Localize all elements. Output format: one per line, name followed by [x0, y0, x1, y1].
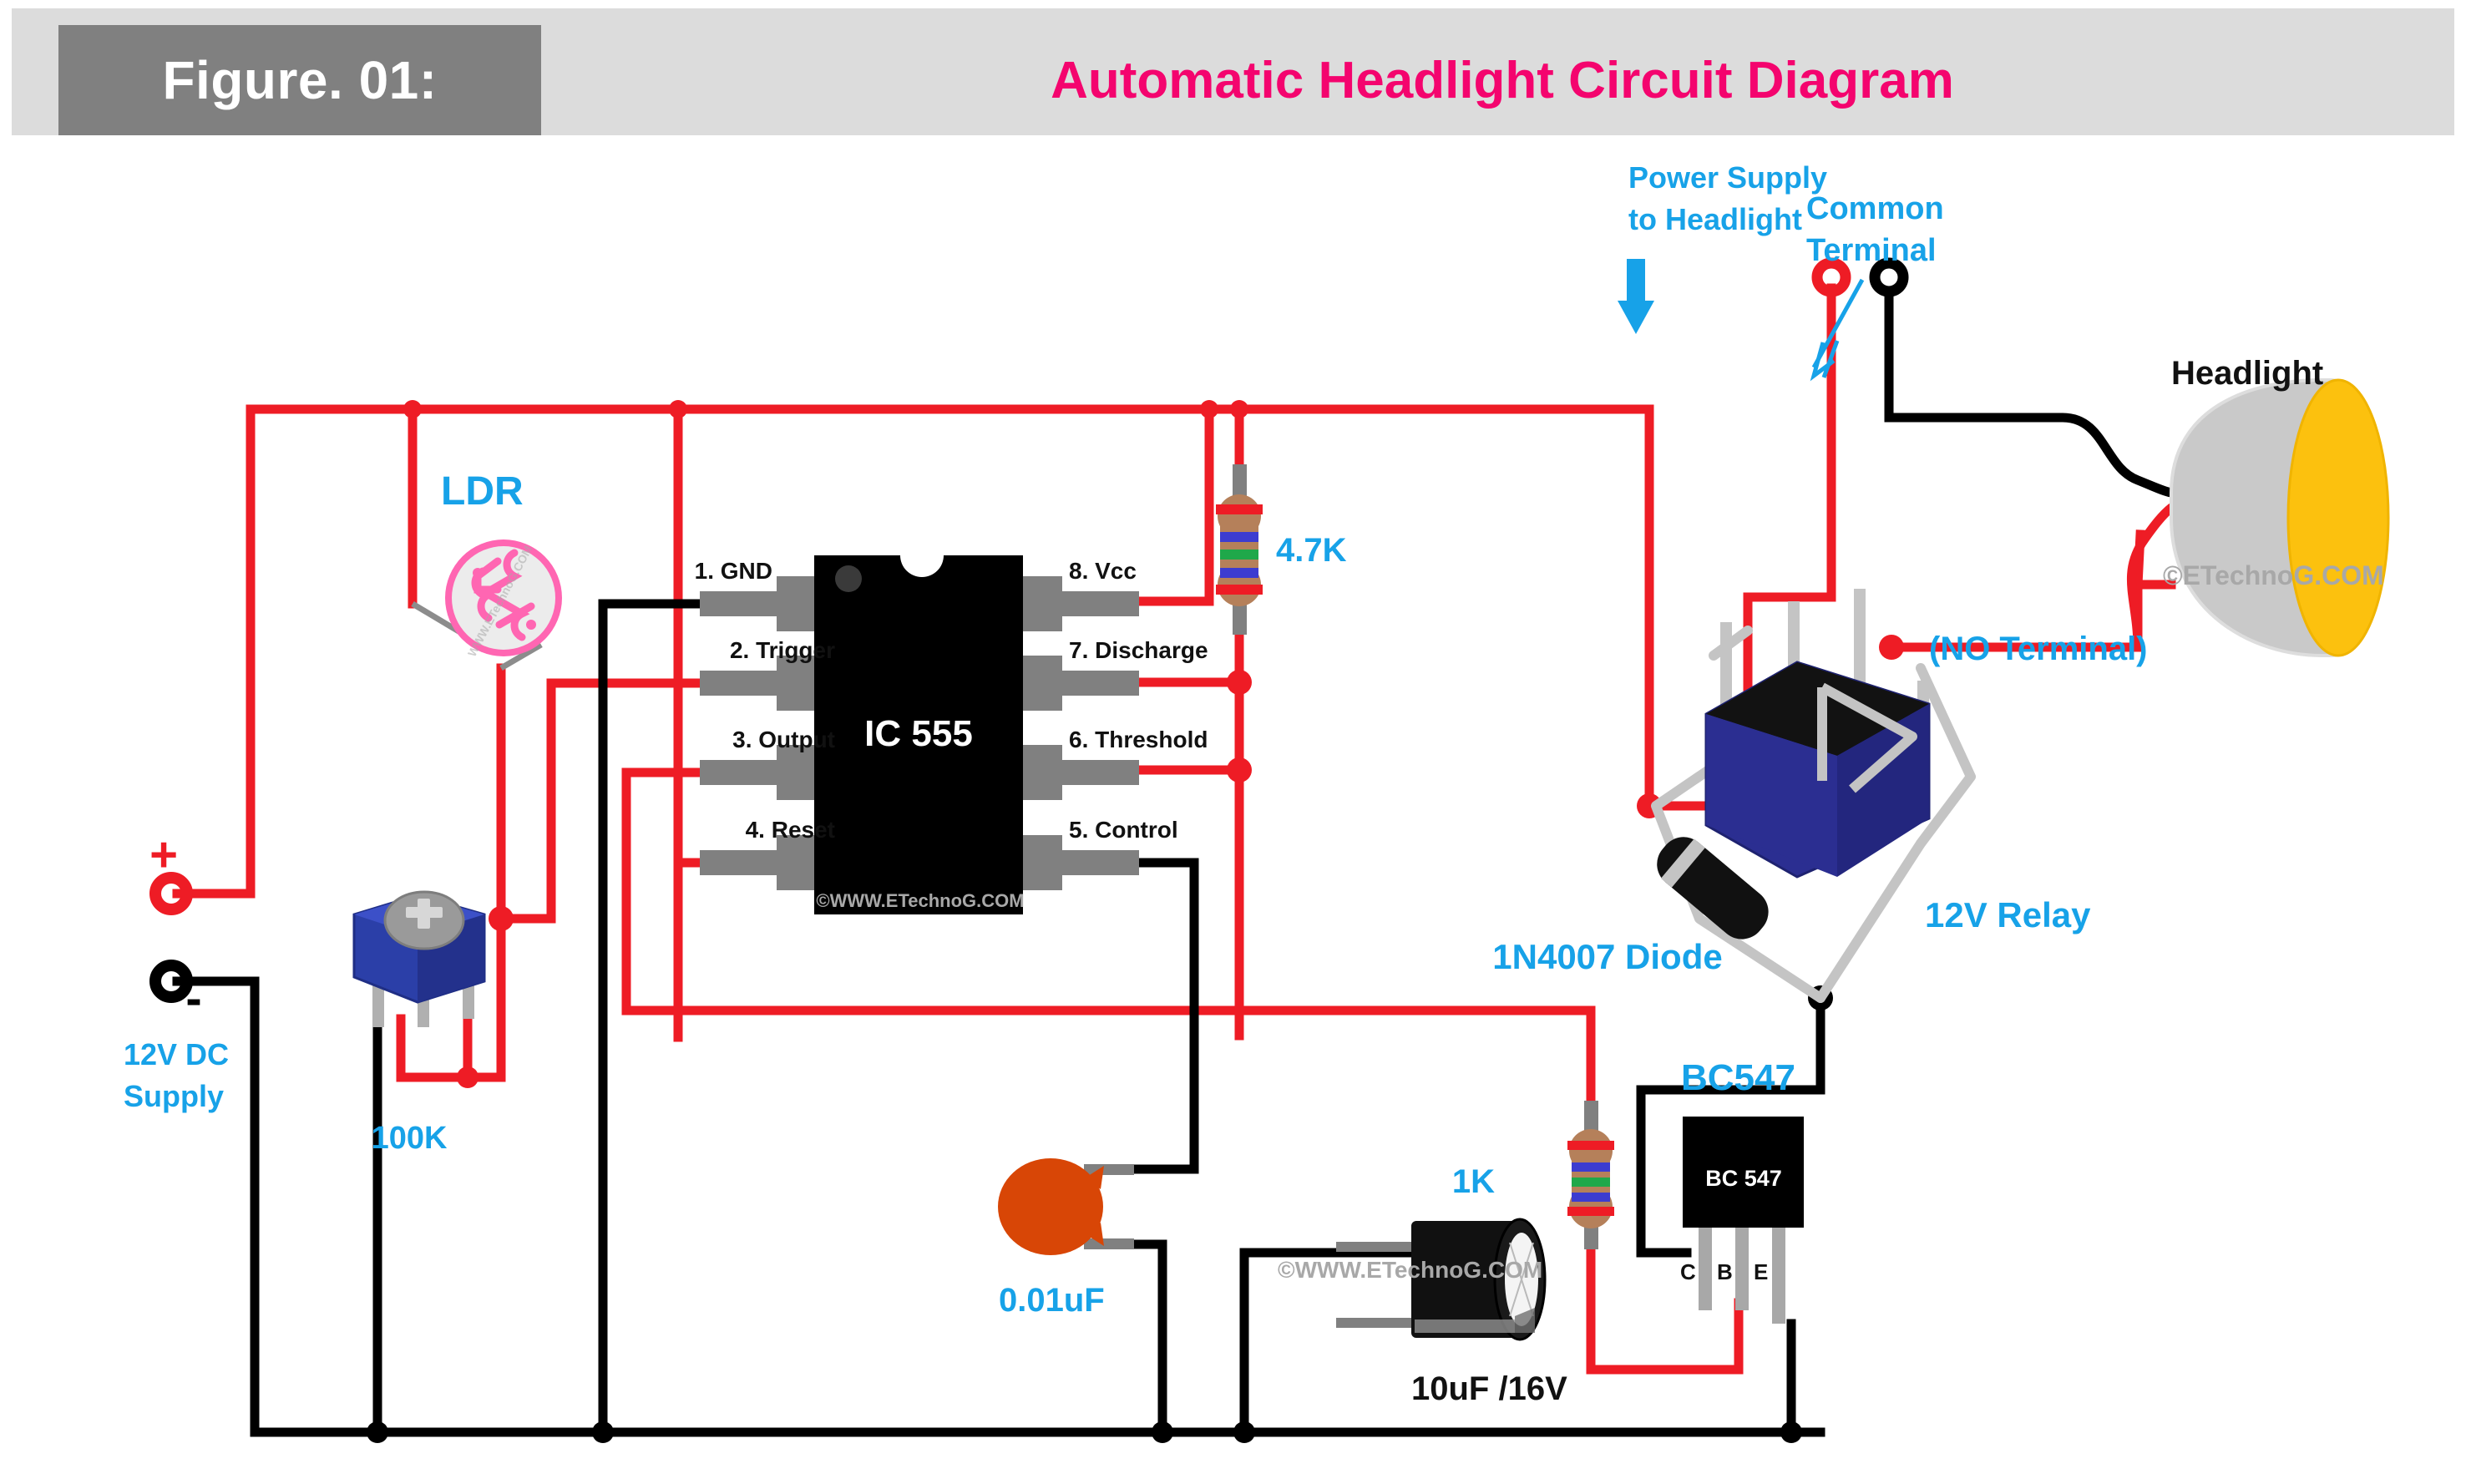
resistor-1k-component: [1567, 1101, 1614, 1249]
ic-pin-label-trigger: 2. Trigger: [730, 637, 835, 663]
capacitor-watermark: ©WWW.ETechnoG.COM: [1278, 1257, 1542, 1283]
headlight-component: [2170, 378, 2390, 657]
relay-label: 12V Relay: [1925, 895, 2091, 934]
diode-label: 1N4007 Diode: [1492, 937, 1722, 976]
ldr-label: LDR: [441, 469, 524, 514]
disc-capacitor-component: [998, 1158, 1134, 1255]
headlight-negative-lead: [1884, 413, 2176, 498]
supply-minus-label: -: [185, 971, 201, 1026]
ic-watermark: ©WWW.ETechnoG.COM: [816, 890, 1024, 911]
transistor-pin-collector: [1699, 1228, 1712, 1310]
resistor-4k7-component: [1216, 464, 1263, 635]
power-supply-arrow-icon: [1618, 259, 1654, 334]
supply-label-line2: Supply: [124, 1079, 224, 1113]
ic-pin-label-control: 5. Control: [1069, 817, 1178, 843]
wire-junctions: [367, 400, 1904, 1443]
transistor-pin-base: [1735, 1228, 1749, 1310]
resistor-4k7-label: 4.7K: [1276, 532, 1347, 569]
headlight-lens: [2286, 378, 2390, 657]
trimpot-component: [352, 890, 486, 1027]
transistor-pin-label-c: C: [1680, 1259, 1696, 1284]
common-terminal-label-line1: Common: [1806, 191, 1944, 226]
headlight-label: Headlight: [2171, 355, 2323, 392]
power-supply-headlight-label-line1: Power Supply: [1628, 160, 1827, 195]
ic-pin1-dot-icon: [835, 565, 862, 592]
transistor-pin-label-e: E: [1754, 1259, 1768, 1284]
no-terminal-label: (NO Terminal): [1929, 631, 2148, 667]
disc-capacitor-body: [998, 1158, 1103, 1255]
transistor-bc547-component: BC 547: [1683, 1117, 1804, 1324]
relay-pin-no: [1854, 589, 1866, 693]
headlight-watermark: ©ETechnoG.COM: [2163, 560, 2384, 590]
ic-pin-label-gnd: 1. GND: [695, 558, 772, 584]
resistor-1k-label: 1K: [1452, 1163, 1495, 1200]
ic-pin-label-threshold: 6. Threshold: [1069, 727, 1208, 752]
ldr-component: WWW.ETechnoG.COM: [411, 539, 562, 671]
common-terminal-label-line2: Terminal: [1806, 233, 1937, 268]
power-supply-headlight-label-line2: to Headlight: [1628, 202, 1802, 236]
ic-pin-label-output: 3. Output: [732, 727, 835, 752]
transistor-body-label: BC 547: [1705, 1166, 1782, 1191]
supply-negative-terminal[interactable]: [149, 960, 193, 1003]
ic-pin-label-reset: 4. Reset: [746, 817, 835, 843]
transistor-pin-label-b: B: [1717, 1259, 1733, 1284]
supply-terminals[interactable]: [149, 872, 193, 1003]
supply-positive-terminal[interactable]: [149, 872, 193, 915]
transistor-pin-emitter: [1772, 1228, 1785, 1324]
trimpot-label: 100K: [372, 1121, 448, 1156]
ic-name-label: IC 555: [864, 713, 973, 754]
supply-plus-label: +: [149, 828, 178, 882]
circuit-diagram-page: Figure. 01: Automatic Headlight Circuit …: [0, 0, 2466, 1484]
electrolytic-capacitor-label: 10uF /16V: [1411, 1370, 1567, 1407]
transistor-label: BC547: [1681, 1057, 1795, 1098]
supply-label-line1: 12V DC: [124, 1037, 229, 1071]
ic-pin-label-discharge: 7. Discharge: [1069, 637, 1208, 663]
circuit-schematic: + - 12V DC Supply Power Supply to Headli…: [124, 160, 2390, 1443]
disc-capacitor-label: 0.01uF: [999, 1282, 1105, 1319]
ic-pin-label-vcc: 8. Vcc: [1069, 558, 1137, 584]
